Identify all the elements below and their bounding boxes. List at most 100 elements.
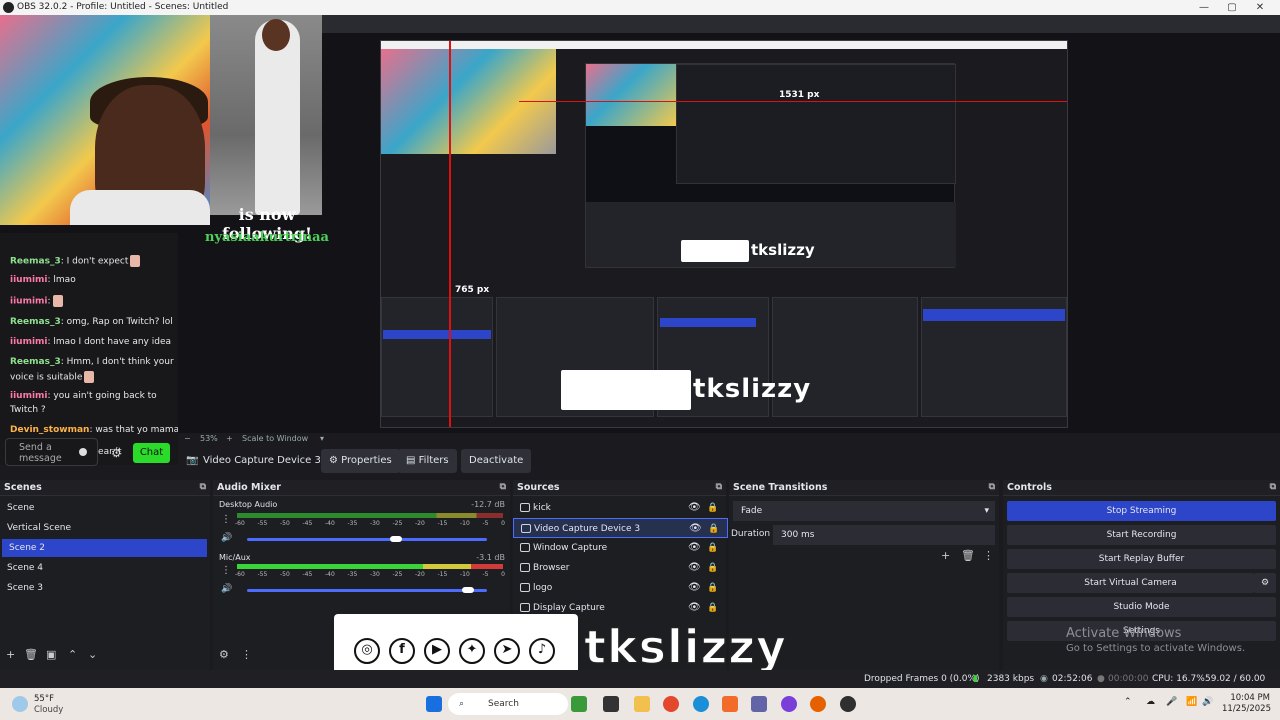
lock-icon[interactable]: 🔒 xyxy=(707,578,718,598)
dock-float-icon[interactable]: ⧉ xyxy=(200,480,206,495)
chat-username[interactable]: iiumimi xyxy=(10,275,48,285)
move-up-icon[interactable]: ⌃ xyxy=(68,648,77,661)
chat-username[interactable]: Reemas_3 xyxy=(10,317,61,327)
zoom-dropdown-icon[interactable]: ▾ xyxy=(320,433,324,445)
mixer-settings-icon[interactable]: ⚙ xyxy=(219,648,229,661)
mic-icon[interactable]: 🎤 xyxy=(1166,697,1177,707)
scene-item[interactable]: Scene 3 xyxy=(0,579,210,597)
stop-streaming-button[interactable]: Stop Streaming xyxy=(1007,501,1276,521)
visibility-icon[interactable]: 👁 xyxy=(688,578,701,598)
chat-placeholder: Send a message xyxy=(19,442,62,464)
app-a-icon[interactable] xyxy=(722,696,738,712)
source-item[interactable]: logo 👁 🔒 xyxy=(513,578,728,598)
deactivate-button[interactable]: Deactivate xyxy=(461,449,532,473)
speaker-icon[interactable]: 🔊 xyxy=(221,584,232,594)
transition-menu-icon[interactable]: ⋮ xyxy=(983,549,994,562)
weather-icon[interactable] xyxy=(12,696,28,712)
speaker-icon[interactable]: 🔊 xyxy=(221,533,232,543)
properties-button[interactable]: ⚙ Properties xyxy=(321,449,400,473)
tray-chevron-icon[interactable]: ⌃ xyxy=(1124,697,1132,707)
lock-icon[interactable]: 🔒 xyxy=(707,558,718,578)
source-item-selected[interactable]: Video Capture Device 3 👁 🔒 xyxy=(513,518,728,538)
volume-slider[interactable] xyxy=(247,538,487,541)
chat-input[interactable]: Send a message xyxy=(5,438,98,466)
zoom-in-button[interactable]: + xyxy=(226,433,233,445)
lock-icon[interactable]: 🔒 xyxy=(707,538,718,558)
chrome-icon[interactable] xyxy=(663,696,679,712)
twitch-icon[interactable] xyxy=(781,696,797,712)
preview-canvas[interactable]: Reemas_3: I don't expect iiumimi: lmao iiu… xyxy=(0,15,1280,465)
source-label: logo xyxy=(533,583,553,593)
volume-knob[interactable] xyxy=(461,587,474,593)
scene-filters-icon[interactable]: ▣ xyxy=(46,648,56,661)
visibility-icon[interactable]: 👁 xyxy=(689,519,702,539)
mixer-menu-icon[interactable]: ⋮ xyxy=(241,648,252,661)
chat-username[interactable]: Reemas_3 xyxy=(10,257,61,267)
visibility-icon[interactable]: 👁 xyxy=(688,498,701,518)
filters-button[interactable]: ▤ Filters xyxy=(398,449,457,473)
wifi-icon[interactable]: 📶 xyxy=(1186,697,1197,707)
chat-username[interactable]: iiumimi xyxy=(10,391,48,401)
chat-username[interactable]: iiumimi xyxy=(10,297,48,307)
cloud-icon[interactable]: ☁ xyxy=(1146,697,1155,707)
clock-date[interactable]: 11/25/2025 xyxy=(1222,704,1271,714)
volume-knob[interactable] xyxy=(389,536,402,542)
teams-icon[interactable] xyxy=(751,696,767,712)
visibility-icon[interactable]: 👁 xyxy=(688,598,701,618)
nested-source-selected xyxy=(660,318,756,327)
nested-titlebar xyxy=(381,41,1067,49)
visibility-icon[interactable]: 👁 xyxy=(688,558,701,578)
virtual-camera-settings-icon[interactable]: ⚙ xyxy=(1254,573,1276,593)
transition-select[interactable]: Fade ▾ xyxy=(733,501,995,521)
scene-item-selected[interactable]: Scene 2 xyxy=(2,539,207,557)
chat-username[interactable]: Reemas_3 xyxy=(10,357,61,367)
start-replay-buffer-button[interactable]: Start Replay Buffer xyxy=(1007,549,1276,569)
scene-item[interactable]: Scene 4 xyxy=(0,559,210,577)
chat-username[interactable]: iiumimi xyxy=(10,337,48,347)
source-item[interactable]: Window Capture 👁 🔒 xyxy=(513,538,728,558)
task-view-icon[interactable] xyxy=(603,696,619,712)
clock-time[interactable]: 10:04 PM xyxy=(1226,693,1270,703)
start-virtual-camera-button[interactable]: Start Virtual Camera xyxy=(1007,573,1254,593)
file-explorer-icon[interactable] xyxy=(634,696,650,712)
zoom-out-button[interactable]: − xyxy=(184,433,191,445)
dock-float-icon[interactable]: ⧉ xyxy=(500,480,506,495)
volume-slider[interactable] xyxy=(247,589,487,592)
source-item[interactable]: kick 👁 🔒 xyxy=(513,498,728,518)
chat-settings-icon[interactable]: ⚙ xyxy=(111,446,122,460)
dock-float-icon[interactable]: ⧉ xyxy=(989,480,995,495)
channel-menu-icon[interactable]: ⋮ xyxy=(221,514,231,525)
scene-item[interactable]: Vertical Scene xyxy=(0,519,210,537)
obs-taskbar-icon[interactable] xyxy=(840,696,856,712)
channel-menu-icon[interactable]: ⋮ xyxy=(221,565,231,576)
dock-float-icon[interactable]: ⧉ xyxy=(716,480,722,495)
visibility-icon[interactable]: 👁 xyxy=(688,538,701,558)
dock-float-icon[interactable]: ⧉ xyxy=(1270,480,1276,495)
scene-item[interactable]: Scene xyxy=(0,499,210,517)
close-button[interactable]: ✕ xyxy=(1246,0,1274,15)
duration-input[interactable]: 300 ms xyxy=(773,525,995,545)
move-down-icon[interactable]: ⌄ xyxy=(88,648,97,661)
studio-mode-button[interactable]: Studio Mode xyxy=(1007,597,1276,617)
tree-app-icon[interactable] xyxy=(571,696,587,712)
minimize-button[interactable]: — xyxy=(1190,0,1218,15)
remove-transition-icon[interactable]: 🗑 xyxy=(961,549,975,562)
emoji-icon[interactable] xyxy=(79,448,87,456)
edge-icon[interactable] xyxy=(693,696,709,712)
lock-icon[interactable]: 🔒 xyxy=(707,498,718,518)
source-item[interactable]: Browser 👁 🔒 xyxy=(513,558,728,578)
chat-send-button[interactable]: Chat xyxy=(133,443,170,463)
windows-start-icon[interactable] xyxy=(426,696,442,712)
add-transition-icon[interactable]: + xyxy=(941,549,950,562)
start-recording-button[interactable]: Start Recording xyxy=(1007,525,1276,545)
firefox-icon[interactable] xyxy=(810,696,826,712)
add-scene-icon[interactable]: + xyxy=(6,648,15,661)
lock-icon[interactable]: 🔒 xyxy=(707,598,718,618)
taskbar-search[interactable]: ⌕ Search xyxy=(448,693,568,715)
volume-icon[interactable]: 🔊 xyxy=(1202,697,1213,707)
lock-icon[interactable]: 🔒 xyxy=(708,519,719,539)
chat-username[interactable]: Devin_stowman xyxy=(10,425,89,435)
maximize-button[interactable]: ▢ xyxy=(1218,0,1246,15)
zoom-mode[interactable]: Scale to Window xyxy=(242,433,308,445)
remove-scene-icon[interactable]: 🗑 xyxy=(24,648,38,661)
